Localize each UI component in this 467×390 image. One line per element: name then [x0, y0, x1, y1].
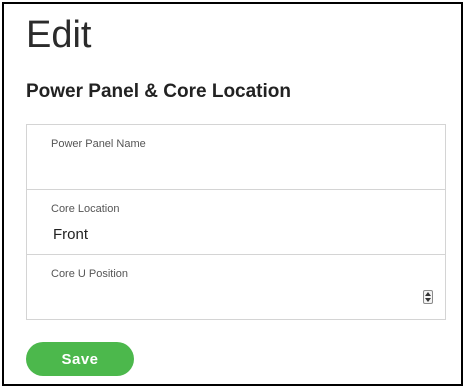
power-panel-name-field[interactable]: Power Panel Name — [27, 125, 445, 190]
power-panel-name-label: Power Panel Name — [51, 138, 146, 150]
section-title: Power Panel & Core Location — [26, 81, 291, 102]
core-u-position-label: Core U Position — [51, 268, 129, 280]
core-location-value[interactable]: Front — [53, 226, 88, 244]
core-u-position-input[interactable] — [51, 287, 425, 311]
number-spinner-icon[interactable] — [423, 290, 433, 304]
spin-down-icon[interactable] — [425, 298, 431, 302]
spin-up-icon[interactable] — [425, 292, 431, 296]
save-button[interactable]: Save — [26, 342, 134, 376]
page-title: Edit — [26, 14, 92, 56]
core-location-label: Core Location — [51, 203, 120, 215]
location-form: Power Panel Name Core Location Front Cor… — [26, 124, 446, 320]
edit-panel: Edit Power Panel & Core Location Power P… — [2, 2, 463, 386]
core-u-position-field[interactable]: Core U Position — [27, 255, 445, 319]
core-location-field[interactable]: Core Location Front — [27, 190, 445, 255]
power-panel-name-input[interactable] — [51, 157, 425, 181]
